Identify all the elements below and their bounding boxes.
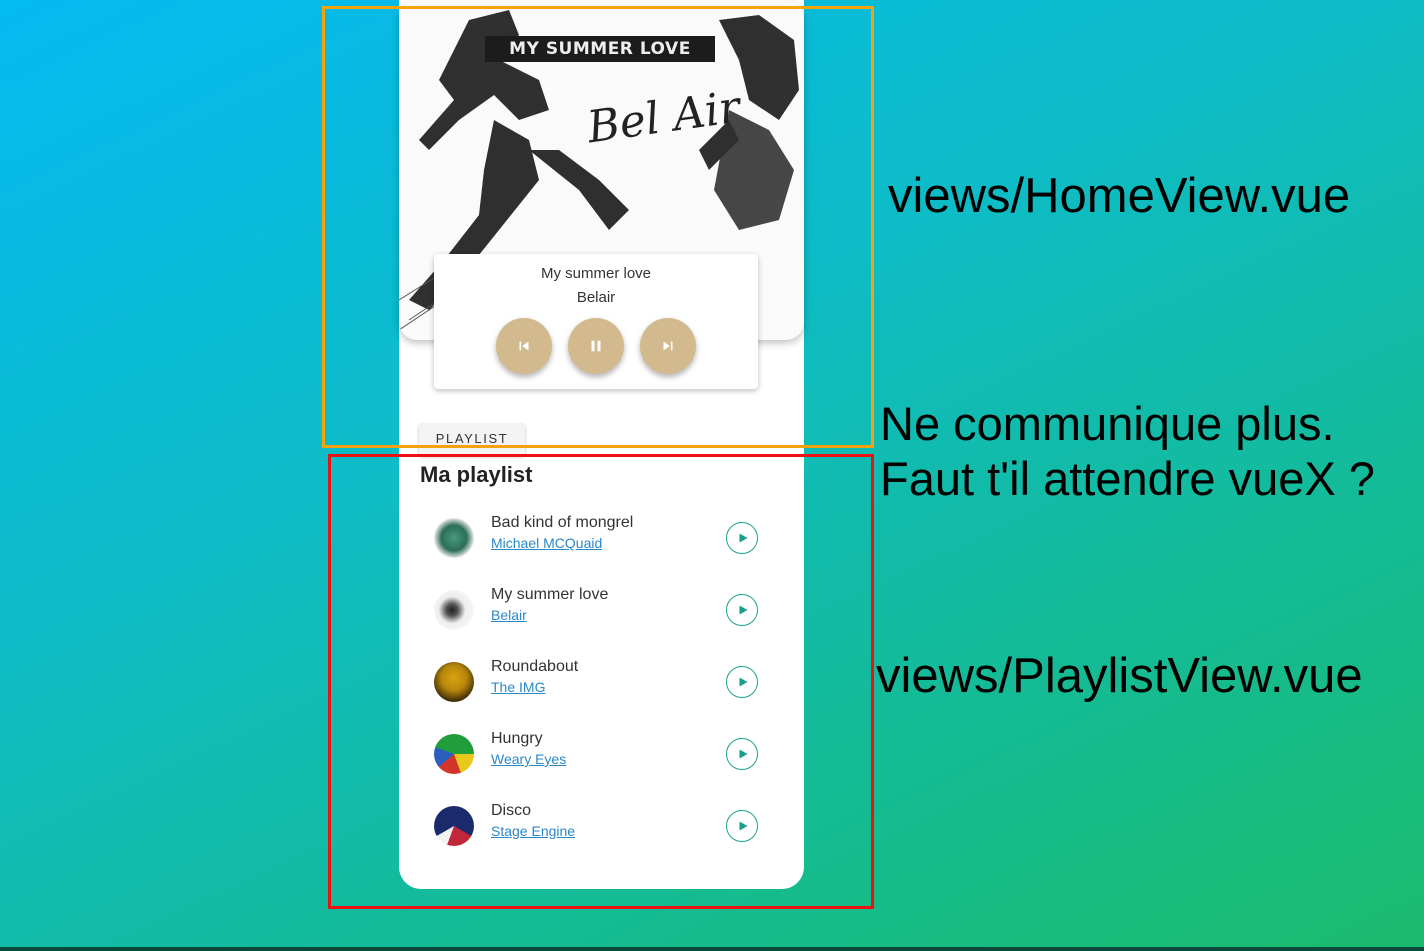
bottom-bar	[0, 947, 1424, 951]
playlist-view-label: views/PlaylistView.vue	[876, 649, 1363, 703]
playlist-view-highlight-box	[328, 454, 874, 909]
home-view-highlight-box	[322, 6, 874, 448]
question-line-1: Ne communique plus.	[880, 397, 1335, 450]
home-view-label: views/HomeView.vue	[888, 169, 1351, 223]
question-line-2: Faut t'il attendre vueX ?	[880, 452, 1375, 505]
question-note: Ne communique plus. Faut t'il attendre v…	[880, 396, 1375, 506]
